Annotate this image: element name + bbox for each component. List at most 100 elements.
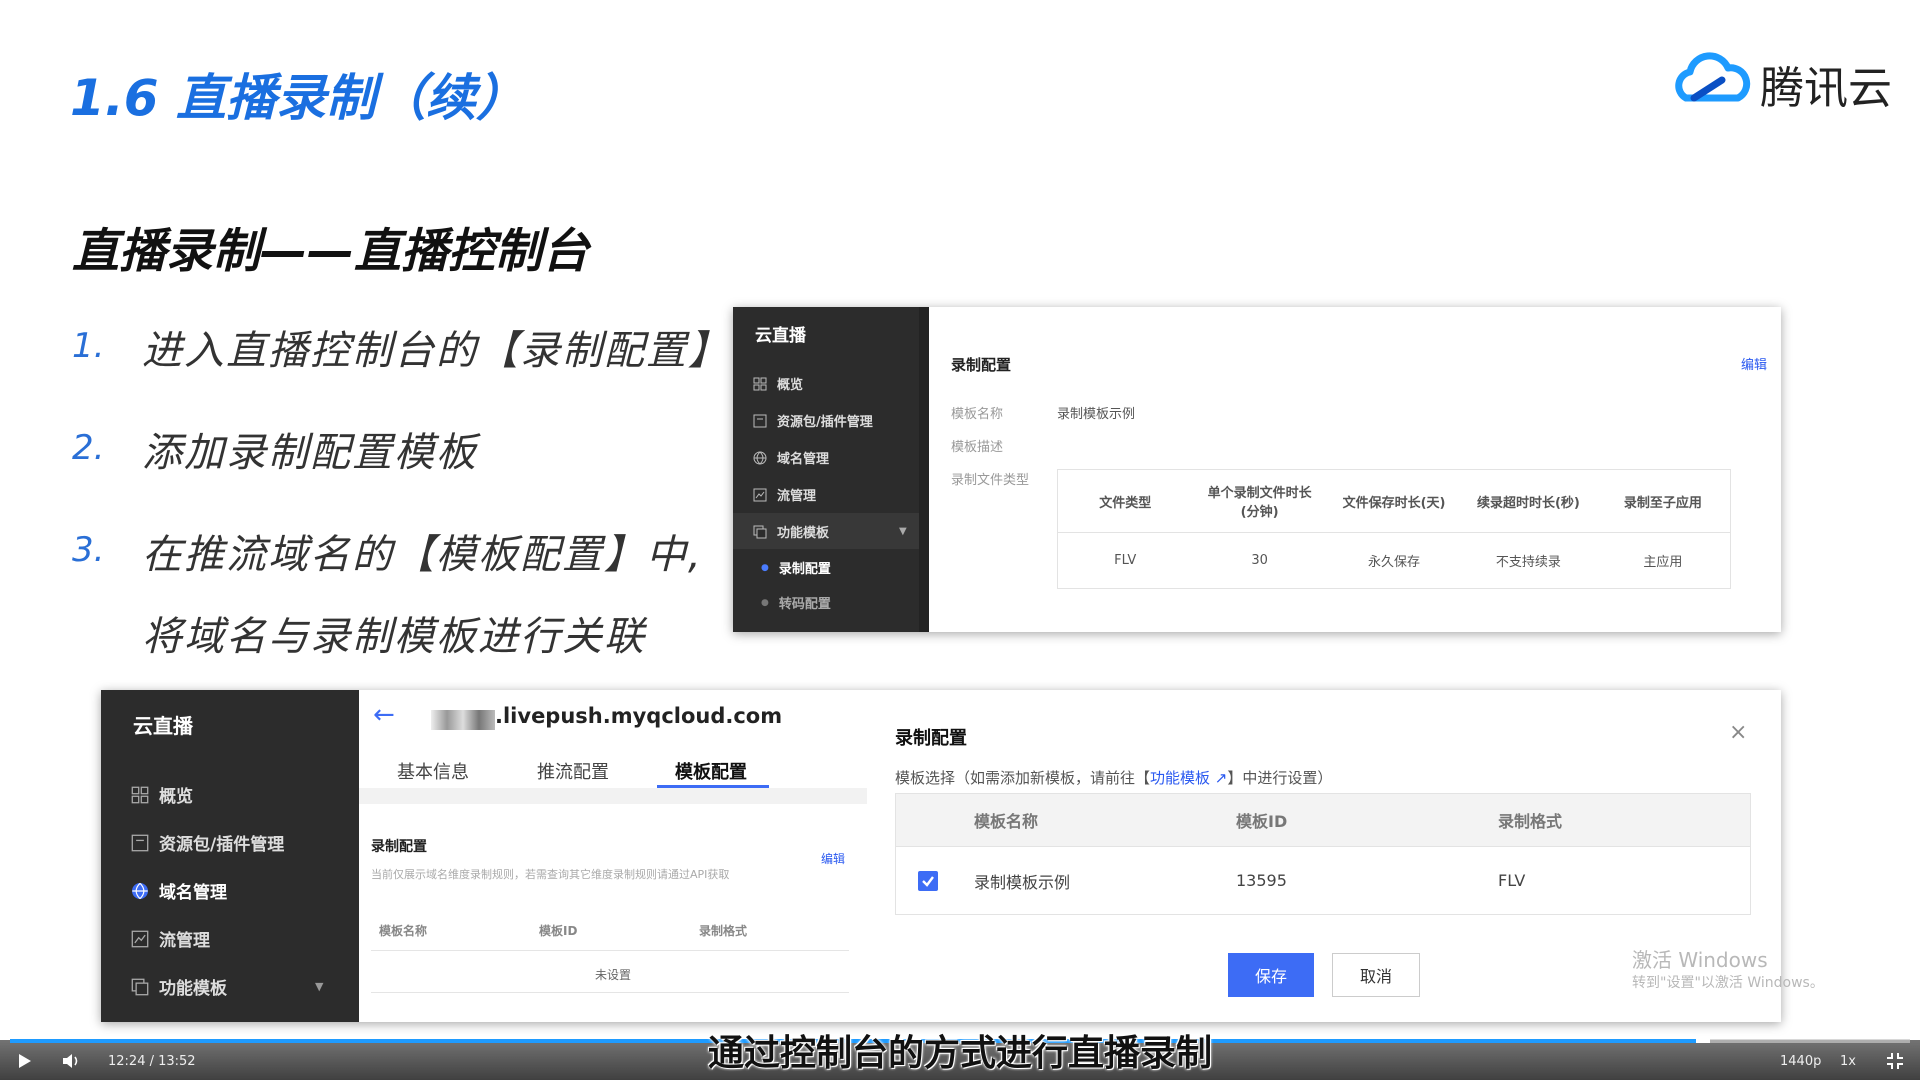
nav-item-label: 域名管理	[159, 883, 227, 903]
fullscreen-exit-icon[interactable]	[1886, 1052, 1904, 1074]
tab-basic-info[interactable]: 基本信息	[397, 758, 469, 784]
cancel-button[interactable]: 取消	[1332, 953, 1420, 997]
table-divider	[371, 950, 849, 951]
tab-divider	[359, 788, 867, 804]
column-header: 续录超时时长(秒)	[1476, 495, 1580, 511]
close-icon[interactable]: ×	[1729, 720, 1747, 745]
slide-title: 1.6 直播录制（续）	[70, 69, 526, 127]
edit-link[interactable]: 编辑	[821, 850, 845, 867]
back-arrow-icon[interactable]: ←	[373, 700, 395, 730]
bullet-icon: ●	[761, 562, 769, 573]
copy-icon	[753, 525, 767, 539]
column-header: 模板名称	[379, 924, 428, 938]
logo-text: 腾讯云	[1760, 63, 1892, 114]
template-desc-label: 模板描述	[951, 440, 1004, 455]
nav-item-stream-management[interactable]: 流管理	[753, 485, 816, 504]
nav-item-label: 概览	[777, 378, 804, 393]
blurred-domain-prefix	[431, 710, 495, 730]
external-link-icon: ↗	[1210, 769, 1228, 787]
domain-detail-page: ← .livepush.myqcloud.com 基本信息 推流配置 模板配置 …	[359, 690, 868, 1022]
template-id-cell: 13595	[1236, 871, 1287, 890]
record-file-table: 文件类型 单个录制文件时长 (分钟) 文件保存时长(天) 续录超时时长(秒) 录…	[1057, 469, 1731, 589]
record-format-cell: FLV	[1498, 871, 1526, 890]
nav-item-overview[interactable]: 概览	[753, 374, 803, 393]
nav-item-label: 流管理	[777, 489, 817, 504]
nav-item-label: 功能模板	[159, 979, 227, 999]
feature-template-link[interactable]: 功能模板	[1150, 769, 1210, 787]
template-name-value: 录制模板示例	[1057, 407, 1136, 422]
column-header: 模板ID	[539, 924, 578, 938]
column-header: 文件保存时长(天)	[1342, 495, 1446, 511]
column-header: 模板ID	[1236, 812, 1288, 831]
record-config-note: 当前仅展示域名维度录制规则，若需查询其它维度录制规则请通过API获取	[371, 868, 730, 881]
step-3-text: 在推流域名的【模板配置】中,	[142, 532, 703, 578]
windows-activation-hint: 转到"设置"以激活 Windows。	[1632, 975, 1824, 991]
domain-name: .livepush.myqcloud.com	[495, 704, 783, 728]
tab-template-config[interactable]: 模板配置	[675, 758, 747, 784]
package-icon	[753, 414, 767, 428]
console-brand: 云直播	[133, 714, 193, 738]
step-1-text: 进入直播控制台的【录制配置】	[142, 328, 730, 374]
volume-icon[interactable]	[62, 1053, 82, 1073]
play-icon[interactable]	[18, 1053, 32, 1073]
nav-item-label: 资源包/插件管理	[159, 835, 285, 855]
step-2-text: 添加录制配置模板	[142, 430, 478, 476]
table-cell: 主应用	[1643, 555, 1683, 570]
windows-activation-watermark: 激活 Windows	[1632, 948, 1768, 972]
chart-icon	[131, 930, 149, 948]
template-name-cell: 录制模板示例	[974, 872, 1071, 892]
nav-item-feature-templates[interactable]: 功能模板	[753, 522, 829, 541]
quality-selector[interactable]: 1440p	[1780, 1054, 1821, 1069]
table-row[interactable]: 录制模板示例 13595 FLV	[896, 847, 1750, 914]
nav-item-stream-management[interactable]: 流管理	[131, 926, 210, 951]
template-name-label: 模板名称	[951, 407, 1004, 422]
console-sidebar: 云直播 概览 资源包/插件管理 域名管理 流管理 功能模板 ▼	[101, 690, 359, 1022]
template-checkbox[interactable]	[918, 847, 938, 914]
hint-suffix: 】中进行设置）	[1227, 769, 1333, 787]
table-cell: FLV	[1114, 553, 1137, 568]
nav-subitem-record-config[interactable]: ● 录制配置	[761, 558, 831, 577]
save-button[interactable]: 保存	[1228, 953, 1314, 997]
edit-link[interactable]: 编辑	[1741, 354, 1767, 373]
record-config-main: 录制配置 编辑 模板名称 录制模板示例 模板描述 录制文件类型 文件类型 单个录…	[929, 307, 1781, 632]
table-header-row: 模板名称 模板ID 录制格式	[896, 794, 1750, 847]
speed-selector[interactable]: 1x	[1840, 1054, 1856, 1069]
step-3-text-line2: 将域名与录制模板进行关联	[142, 614, 646, 660]
chevron-down-icon: ▼	[315, 980, 324, 993]
column-header: 文件类型	[1099, 495, 1152, 511]
globe-icon	[753, 451, 767, 465]
nav-item-resource-packages[interactable]: 资源包/插件管理	[753, 411, 873, 430]
step-2-number: 2.	[72, 428, 105, 468]
column-header: 录制至子应用	[1623, 495, 1702, 511]
column-header: 录制格式	[1498, 812, 1563, 831]
record-config-screenshot: 云直播 概览 资源包/插件管理 域名管理 流管理 功能模板 ▼ ● 录制配置 ●	[733, 307, 1781, 632]
table-row: FLV 30 永久保存 不支持续录 主应用	[1058, 533, 1730, 588]
dialog-title: 录制配置	[895, 728, 967, 749]
domain-template-screenshot: 云直播 概览 资源包/插件管理 域名管理 流管理 功能模板 ▼ ← .livep…	[101, 690, 1781, 1022]
table-cell: 永久保存	[1368, 555, 1421, 570]
grid-icon	[131, 786, 149, 804]
sidebar-scrollbar[interactable]	[919, 307, 929, 632]
console-sidebar: 云直播 概览 资源包/插件管理 域名管理 流管理 功能模板 ▼ ● 录制配置 ●	[733, 307, 929, 632]
nav-item-label: 概览	[159, 787, 193, 807]
section-title: 直播录制——直播控制台	[72, 224, 589, 279]
nav-item-feature-templates[interactable]: 功能模板	[131, 974, 227, 999]
column-header: 单个录制文件时长 (分钟)	[1207, 486, 1312, 520]
playback-time: 12:24 / 13:52	[108, 1054, 196, 1069]
tab-push-config[interactable]: 推流配置	[537, 758, 609, 784]
empty-state-text: 未设置	[594, 968, 631, 982]
table-divider	[371, 992, 849, 993]
grid-icon	[753, 377, 767, 391]
nav-item-domain-management[interactable]: 域名管理	[753, 448, 829, 467]
nav-item-label: 资源包/插件管理	[777, 415, 873, 430]
cloud-logo-icon	[1672, 52, 1752, 116]
nav-item-label: 流管理	[159, 931, 210, 951]
template-select-table: 模板名称 模板ID 录制格式 录制模板示例 13595 FLV	[895, 793, 1751, 915]
nav-item-domain-management[interactable]: 域名管理	[131, 878, 227, 903]
bullet-icon: ●	[761, 597, 769, 608]
globe-icon	[131, 882, 149, 900]
table-cell: 不支持续录	[1495, 555, 1561, 570]
nav-item-overview[interactable]: 概览	[131, 782, 193, 807]
nav-subitem-transcode-config[interactable]: ● 转码配置	[761, 593, 831, 612]
nav-item-resource-packages[interactable]: 资源包/插件管理	[131, 830, 284, 855]
